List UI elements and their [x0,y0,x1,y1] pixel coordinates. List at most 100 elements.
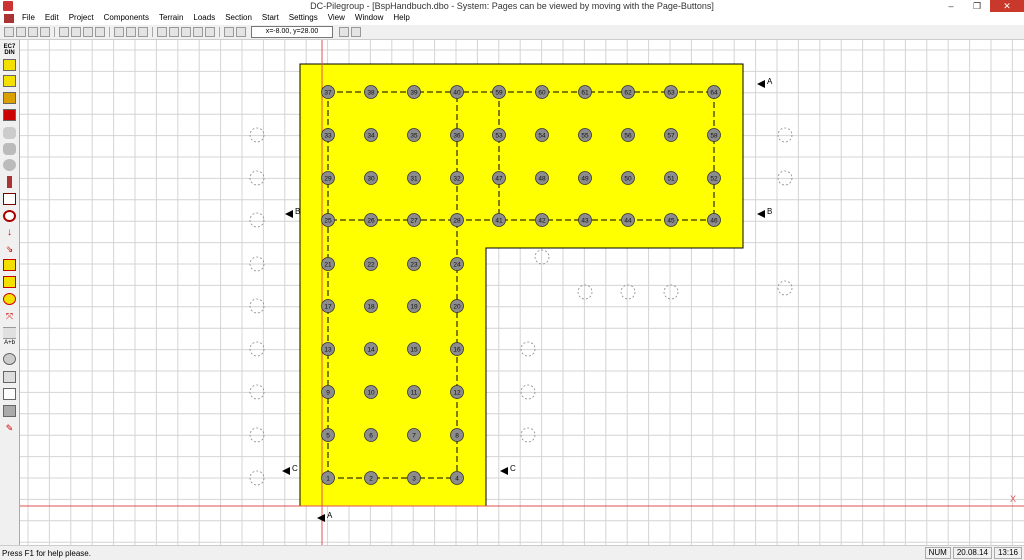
menu-components[interactable]: Components [99,12,154,24]
pile-circle-icon[interactable] [3,210,16,222]
close-button[interactable]: ✕ [990,0,1024,12]
soil-layer-2-icon[interactable] [3,143,16,155]
pile-number: 48 [538,176,546,183]
pile-number: 59 [495,90,503,97]
section-marker [757,80,765,88]
toolbar-separator [219,27,220,37]
open-folder-icon[interactable] [16,27,26,37]
page-icon[interactable] [3,388,16,400]
pile-number: 10 [367,390,375,397]
pile-number: 62 [624,90,632,97]
menu-edit[interactable]: Edit [40,12,64,24]
pile-number: 5 [326,433,330,440]
pile-cap-icon[interactable] [3,59,16,71]
context-help-icon[interactable] [351,27,361,37]
export-icon[interactable] [95,27,105,37]
section-2-icon[interactable] [3,276,16,288]
minimize-button[interactable]: – [938,0,964,12]
menu-project[interactable]: Project [64,12,99,24]
pile-number: 9 [326,390,330,397]
pile-number: 51 [667,176,675,183]
menu-start[interactable]: Start [257,12,284,24]
pile-number: 54 [538,133,546,140]
drawing-svg[interactable]: X37 38 39 40 59 60 61 62 63 6433 34 35 36 53 54 55 56 57 5… [20,40,1024,545]
print-preview-icon[interactable] [71,27,81,37]
material-icon[interactable] [3,109,16,121]
soil-layer-icon[interactable] [3,127,16,139]
pile-number: 44 [624,218,632,225]
section-marker [285,210,293,218]
page-setup-icon[interactable] [83,27,93,37]
pile-number: 22 [367,262,375,269]
zoom-window-icon[interactable] [157,27,167,37]
document-icon[interactable] [4,13,14,23]
restore-button[interactable]: ❐ [964,0,990,12]
zoom-in-icon[interactable] [169,27,179,37]
left-toolbar: EC7 DIN ↓ ⇘ ⤧ A+b ✎ [0,40,20,545]
menu-section[interactable]: Section [220,12,257,24]
pile-number: 17 [324,304,332,311]
drawing-canvas[interactable]: X 37 38 39 40 59 60 61 62 63 64 33 34 35 36 53 54 55 56 57 5… [20,40,1024,545]
menu-terrain[interactable]: Terrain [154,12,188,24]
section-marker [500,467,508,475]
edit-tool-icon[interactable] [3,371,16,383]
pile-icon[interactable] [7,176,12,188]
save-icon[interactable] [28,27,38,37]
soil-layer-3-icon[interactable] [3,159,16,171]
pile-number: 3 [412,476,416,483]
status-num: NUM [924,547,951,559]
menu-loads[interactable]: Loads [188,12,220,24]
pile-number: 25 [324,218,332,225]
copy-icon[interactable] [126,27,136,37]
pile-type-icon[interactable] [3,92,16,104]
paste-icon[interactable] [138,27,148,37]
menu-help[interactable]: Help [388,12,414,24]
pile-number: 36 [453,133,461,140]
layers-icon[interactable] [3,75,16,87]
circle-tool-icon[interactable] [3,353,16,365]
section-3-icon[interactable] [3,293,16,305]
comment-icon[interactable]: ✎ [3,422,16,434]
window-title: DC-Pilegroup - [BspHandbuch.dbo - System… [310,1,714,11]
section-label: C [292,464,298,473]
pile-number: 46 [710,218,718,225]
fill-icon[interactable] [3,405,16,417]
toolbar-separator [109,27,110,37]
save-as-icon[interactable] [40,27,50,37]
menu-window[interactable]: Window [350,12,388,24]
toolbar-separator [54,27,55,37]
load-arrow-icon[interactable]: ↓ [3,227,16,239]
x-axis-label: X [1010,494,1016,504]
grid-icon[interactable] [236,27,246,37]
zoom-all-icon[interactable] [193,27,203,37]
menu-file[interactable]: File [17,12,40,24]
pile-number: 4 [455,476,459,483]
pile-number: 55 [581,133,589,140]
dimension-icon[interactable]: ⤧ [3,310,16,322]
pile-number: 34 [367,133,375,140]
pile-number: 20 [453,304,461,311]
pile-number: 40 [453,90,461,97]
section-label: A [327,511,333,520]
pile-ghost [620,284,636,300]
pile-number: 23 [410,262,418,269]
pile-number: 1 [326,476,330,483]
status-bar: Press F1 for help please. NUM 20.08.14 1… [0,545,1024,560]
zoom-out-icon[interactable] [181,27,191,37]
help-icon[interactable] [339,27,349,37]
zoom-previous-icon[interactable] [205,27,215,37]
pile-number: 43 [581,218,589,225]
cut-icon[interactable] [114,27,124,37]
pile-grid-icon[interactable] [3,193,16,205]
text-tool-icon[interactable]: A+b [3,337,16,349]
menu-view[interactable]: View [323,12,350,24]
pile-number: 38 [367,90,375,97]
settings-icon[interactable] [224,27,234,37]
moment-icon[interactable]: ⇘ [3,243,16,255]
pile-number: 56 [624,133,632,140]
toolbar-separator [152,27,153,37]
section-1-icon[interactable] [3,259,16,271]
new-file-icon[interactable] [4,27,14,37]
print-icon[interactable] [59,27,69,37]
menu-settings[interactable]: Settings [284,12,323,24]
